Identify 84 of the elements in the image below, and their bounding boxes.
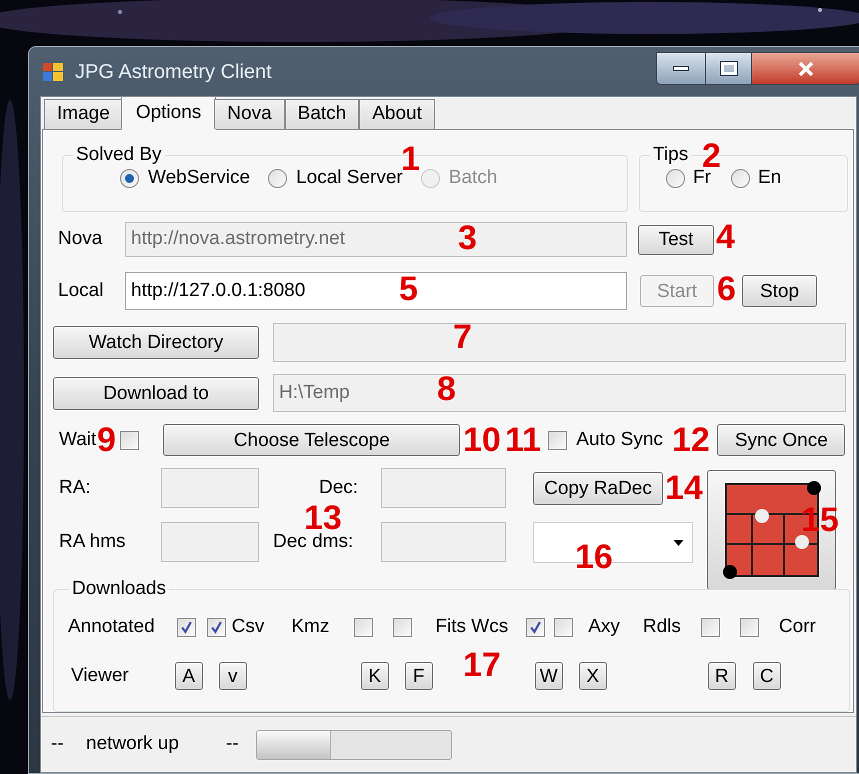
download-label: Rdls xyxy=(642,614,681,639)
group-title: Downloads xyxy=(71,578,167,600)
status-text: -- xyxy=(51,732,65,756)
checkbox[interactable] xyxy=(176,618,196,636)
checkbox[interactable] xyxy=(554,618,574,636)
radio-label: Local Server xyxy=(296,166,403,190)
wait-label: Wait xyxy=(59,428,96,452)
group-title: Solved By xyxy=(75,144,163,166)
copy-radec-button[interactable]: Copy RaDec xyxy=(533,472,663,505)
field-label: Local xyxy=(58,278,104,303)
annotation-number: 9 xyxy=(97,425,116,455)
caret-icon xyxy=(673,540,684,546)
text-field[interactable] xyxy=(381,522,506,562)
text-field[interactable] xyxy=(161,522,259,562)
radio-button[interactable] xyxy=(120,168,139,188)
minimize-icon xyxy=(673,66,689,71)
download-label: Csv xyxy=(232,614,264,639)
tab[interactable]: Image xyxy=(44,99,123,129)
download-label: Corr xyxy=(778,614,816,639)
app-icon xyxy=(43,62,63,80)
close-icon xyxy=(798,62,814,76)
viewer-button[interactable]: C xyxy=(752,662,781,690)
annotation-number: 10 xyxy=(463,425,501,455)
viewer-button[interactable]: X xyxy=(578,662,607,690)
tab[interactable]: About xyxy=(359,99,435,129)
field-label: Nova xyxy=(58,227,104,252)
annotation-number: 14 xyxy=(665,473,703,503)
annotation-number: 11 xyxy=(505,425,541,455)
annotation-number: 4 xyxy=(716,222,735,252)
field-label: RA hms xyxy=(59,530,127,554)
text-field[interactable] xyxy=(381,468,506,508)
radio-button[interactable] xyxy=(730,168,750,188)
radio-label: Batch xyxy=(448,166,498,190)
annotation-number: 1 xyxy=(401,144,420,174)
download-label: Fits Wcs xyxy=(435,614,508,639)
viewer-button[interactable]: A xyxy=(174,662,203,690)
text-field[interactable] xyxy=(161,468,259,508)
annotation-number: 5 xyxy=(399,274,418,304)
choose-telescope-button[interactable]: Choose Telescope xyxy=(163,424,460,456)
tab[interactable]: Batch xyxy=(284,99,360,129)
annotation-number: 7 xyxy=(453,322,472,352)
annotation-number: 16 xyxy=(575,542,613,572)
telescope-pad-button[interactable] xyxy=(707,470,836,590)
checkbox[interactable] xyxy=(548,430,568,450)
status-text: network up xyxy=(86,732,180,756)
annotation-number: 17 xyxy=(463,650,501,680)
download-label: Annotated xyxy=(68,614,155,639)
viewer-button[interactable]: R xyxy=(708,662,736,690)
tab[interactable]: Options xyxy=(120,96,216,130)
sync-once-button[interactable]: Sync Once xyxy=(717,424,846,456)
auto-sync-label: Auto Sync xyxy=(576,428,664,452)
annotation-number: 6 xyxy=(717,274,736,304)
group-title: Tips xyxy=(652,144,690,166)
close-button[interactable] xyxy=(751,52,859,85)
maximize-icon xyxy=(720,62,736,75)
download-label: Axy xyxy=(588,614,620,639)
viewer-button[interactable]: W xyxy=(534,662,563,690)
viewer-button[interactable]: v xyxy=(218,662,247,690)
field-label: Dec: xyxy=(319,476,360,500)
checkbox[interactable] xyxy=(700,618,720,636)
radio-button[interactable] xyxy=(268,168,288,188)
status-text: -- xyxy=(226,732,240,756)
download-label: Viewer xyxy=(71,664,129,688)
checkbox[interactable] xyxy=(354,618,374,636)
radio-button[interactable] xyxy=(666,168,685,188)
annotation-number: 8 xyxy=(437,374,456,404)
viewer-button[interactable]: K xyxy=(360,662,389,690)
download-label: Kmz xyxy=(291,614,330,639)
radio-label: WebService xyxy=(148,166,250,190)
checkbox[interactable] xyxy=(526,618,546,636)
window-title: JPG Astrometry Client xyxy=(75,60,272,84)
annotation-number: 3 xyxy=(458,223,477,253)
field-label: RA: xyxy=(59,476,92,500)
checkbox[interactable] xyxy=(393,618,412,636)
stop-button[interactable]: Stop xyxy=(742,275,817,307)
minimize-button[interactable] xyxy=(656,52,706,85)
checkbox[interactable] xyxy=(120,430,140,450)
checkbox[interactable] xyxy=(740,618,759,636)
tab[interactable]: Nova xyxy=(214,99,285,129)
radio-label: En xyxy=(758,166,782,190)
viewer-button[interactable]: F xyxy=(404,662,433,690)
checkbox[interactable] xyxy=(206,618,226,636)
maximize-button[interactable] xyxy=(706,52,751,85)
annotation-number: 12 xyxy=(672,425,710,455)
